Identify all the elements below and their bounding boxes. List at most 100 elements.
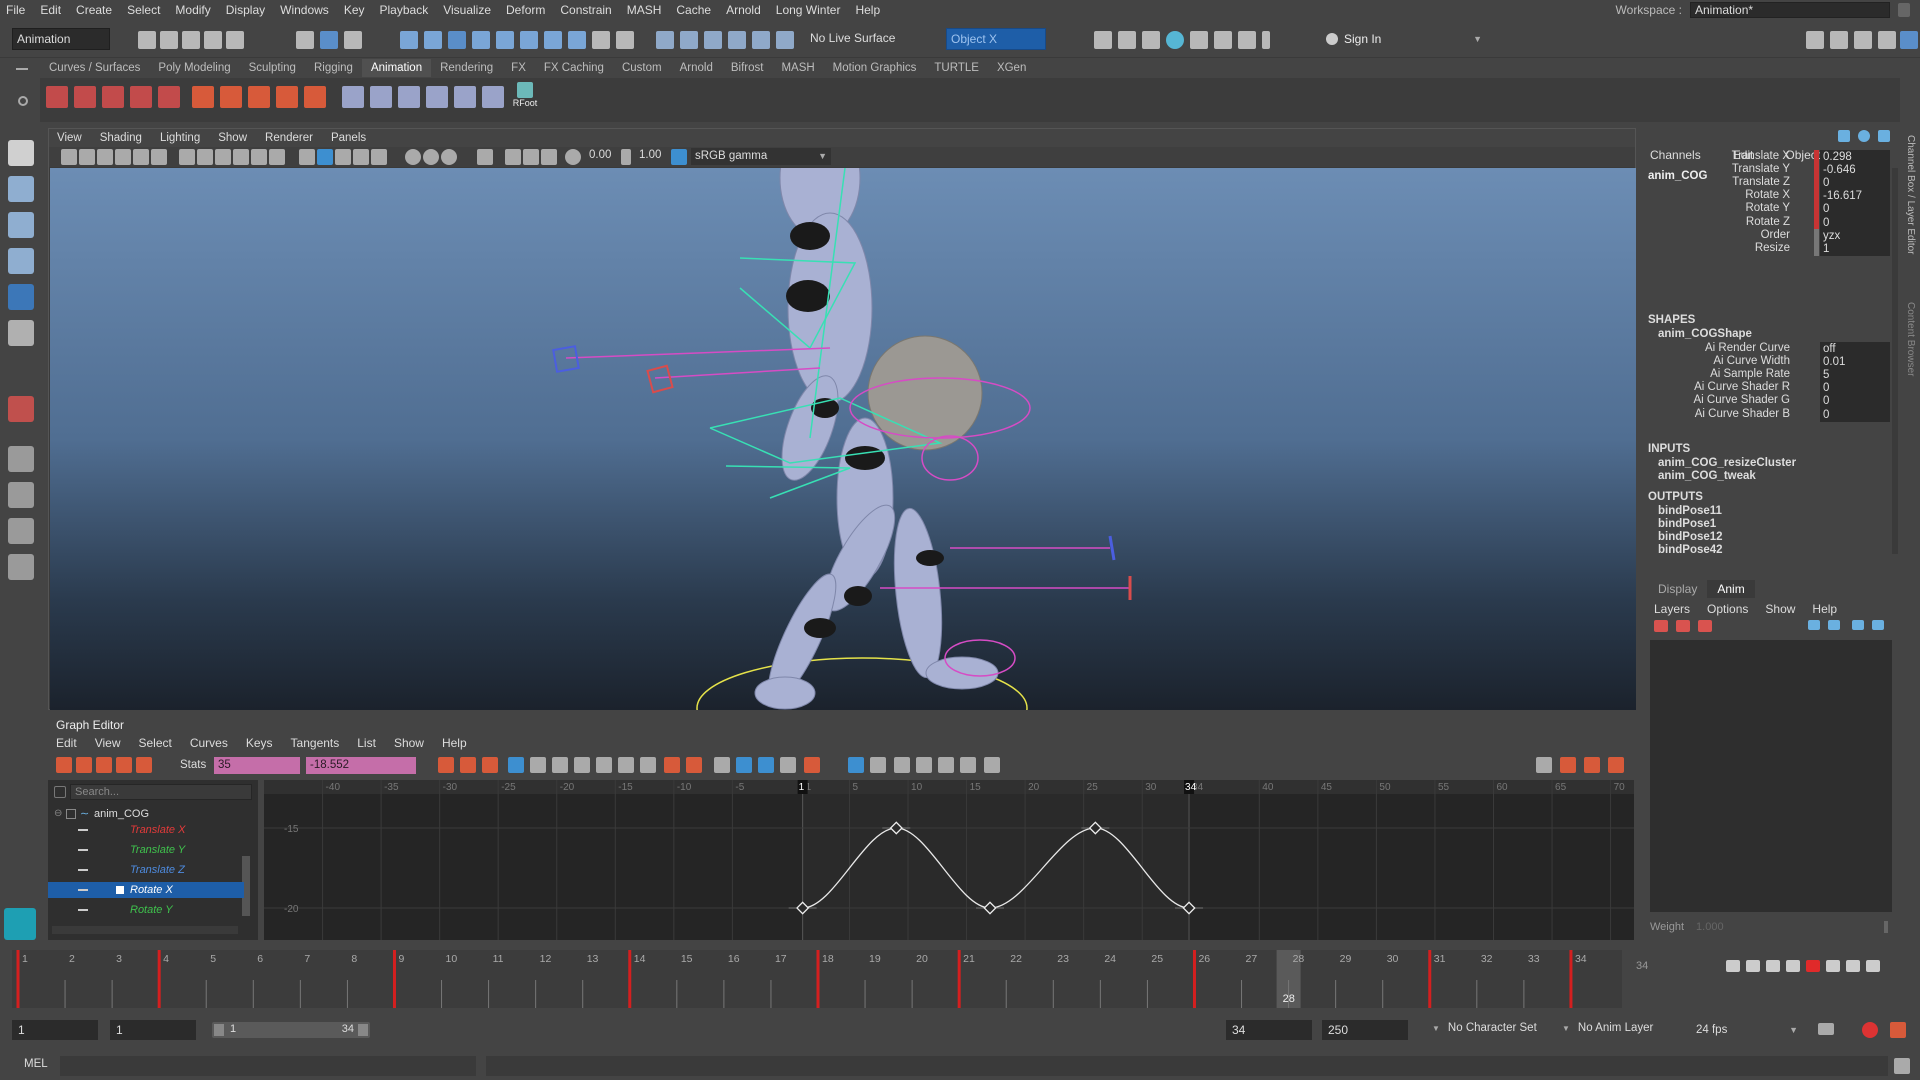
channel-value[interactable]: 0: [1820, 176, 1890, 191]
wireframe-on-shaded-icon[interactable]: [335, 149, 351, 165]
shelf-tab-bifrost[interactable]: Bifrost: [722, 59, 773, 77]
gate-mask-icon[interactable]: [233, 149, 249, 165]
arnold-render-icon[interactable]: [1214, 31, 1232, 49]
frame-playback-icon[interactable]: [482, 757, 498, 773]
shelf-tab-fx-caching[interactable]: FX Caching: [535, 59, 613, 77]
stop-icon[interactable]: [1806, 960, 1820, 972]
filter-icon[interactable]: [54, 786, 66, 798]
shelf-tab-poly-modeling[interactable]: Poly Modeling: [149, 59, 239, 77]
input-node[interactable]: anim_COG_resizeCluster: [1658, 457, 1796, 469]
key-tick[interactable]: [957, 950, 961, 1008]
channel-row-resize[interactable]: Resize 1: [1640, 241, 1890, 257]
select-tool-icon[interactable]: [8, 140, 34, 166]
shelf-tab-curves-surfaces[interactable]: Curves / Surfaces: [40, 59, 149, 77]
film-gate-icon[interactable]: [197, 149, 213, 165]
wireframe-icon[interactable]: [299, 149, 315, 165]
key-tick[interactable]: [392, 950, 396, 1008]
clamped-tangent-icon[interactable]: [552, 757, 568, 773]
outliner-layout-icon[interactable]: [8, 554, 34, 580]
shape-attr-value[interactable]: 0: [1820, 394, 1890, 409]
motion-blur-icon[interactable]: [441, 149, 457, 165]
menu-edit[interactable]: Edit: [40, 3, 61, 17]
shape-attr-value[interactable]: off: [1820, 342, 1890, 356]
breakdown-key-icon[interactable]: [158, 86, 180, 108]
ik-arm-control-right[interactable]: [646, 364, 674, 394]
shelf-tab-sculpting[interactable]: Sculpting: [240, 59, 305, 77]
snap-grid-icon[interactable]: [400, 31, 418, 49]
outliner-curve-row-translate-z[interactable]: Translate Z: [48, 862, 244, 878]
snap-view-icon[interactable]: [472, 31, 490, 49]
pre-infinity-icon[interactable]: [938, 757, 954, 773]
motion-path-icon[interactable]: [342, 86, 364, 108]
lights-icon[interactable]: [371, 149, 387, 165]
script-editor-icon[interactable]: [1894, 1058, 1910, 1074]
step-back-icon[interactable]: [1746, 960, 1760, 972]
soft-select-icon[interactable]: [704, 31, 722, 49]
time-slider-track[interactable]: 1 2 3 4 5 6 7 8 9 10 11 12 13 14 15 16 17 18 19 20 21 22 23 24 2…: [12, 950, 1622, 1008]
new-anim-layer-empty-icon[interactable]: [1654, 620, 1668, 632]
anim-layer-list[interactable]: [1650, 640, 1892, 912]
hypershade-icon[interactable]: [1190, 31, 1208, 49]
plateau-tangent-icon[interactable]: [640, 757, 656, 773]
viewport-menu-shading[interactable]: Shading: [100, 132, 142, 144]
input-node[interactable]: anim_COG_tweak: [1658, 470, 1756, 482]
ipr-render-icon[interactable]: [1142, 31, 1160, 49]
anim-layer-menu[interactable]: ▼ No Anim Layer: [1562, 1022, 1653, 1034]
output-node[interactable]: bindPose12: [1658, 531, 1723, 543]
character-controls-icon[interactable]: [1830, 31, 1848, 49]
unify-tangents-icon[interactable]: [736, 757, 752, 773]
isolate-select-icon[interactable]: [477, 149, 493, 165]
undo-icon[interactable]: [204, 31, 222, 49]
lasso-tool-icon[interactable]: [8, 176, 34, 202]
new-anim-layer-selected-icon[interactable]: [1676, 620, 1690, 632]
shelf-tab-turtle[interactable]: TURTLE: [925, 59, 988, 77]
shelf-tab-arnold[interactable]: Arnold: [671, 59, 722, 77]
buffer-curve-icon[interactable]: [664, 757, 680, 773]
start-time-field[interactable]: 1: [12, 1020, 98, 1040]
graph-menu-keys[interactable]: Keys: [246, 736, 273, 750]
shape-attr-row-ai-curve-shader-b[interactable]: Ai Curve Shader B 0: [1640, 407, 1890, 423]
modeling-toolkit-icon[interactable]: [1806, 31, 1824, 49]
frame-all-icon[interactable]: [438, 757, 454, 773]
exposure-value[interactable]: 0.00: [589, 149, 611, 161]
keyframe-point[interactable]: [889, 821, 903, 835]
shape-attr-value[interactable]: 5: [1820, 368, 1890, 383]
menu-key[interactable]: Key: [344, 3, 365, 17]
bookmark-icon[interactable]: [97, 149, 113, 165]
outliner-curve-row-rotate-y[interactable]: Rotate Y: [48, 902, 244, 918]
frame-selection-icon[interactable]: [460, 757, 476, 773]
key-tick[interactable]: [157, 950, 161, 1008]
attribute-editor-toggle-icon[interactable]: [1858, 130, 1870, 142]
anim-preferences-icon[interactable]: [1890, 1022, 1906, 1038]
graph-view[interactable]: -40 -35 -30 -25 -20 -15 -10 -5 1 5 10 15 20 25 30 34 40 4…: [264, 780, 1634, 940]
set-key-scale-icon[interactable]: [130, 86, 152, 108]
ghost-icon[interactable]: [370, 86, 392, 108]
graph-menu-list[interactable]: List: [357, 736, 376, 750]
menu-display[interactable]: Display: [226, 3, 265, 17]
shelf-tab-rigging[interactable]: Rigging: [305, 59, 362, 77]
graph-menu-view[interactable]: View: [95, 736, 121, 750]
key-tick[interactable]: [816, 950, 820, 1008]
step-back-key-icon[interactable]: [1766, 960, 1780, 972]
step-tangent-icon[interactable]: [618, 757, 634, 773]
graph-settings-icon[interactable]: [1608, 757, 1624, 773]
gamma-value[interactable]: 1.00: [639, 149, 661, 161]
menu-windows[interactable]: Windows: [280, 3, 329, 17]
menu-long-winter[interactable]: Long Winter: [776, 3, 841, 17]
channel-box-scrollbar[interactable]: [1892, 168, 1898, 554]
menu-modify[interactable]: Modify: [175, 3, 210, 17]
safe-action-icon[interactable]: [269, 149, 285, 165]
blend-icon[interactable]: [426, 86, 448, 108]
trax-editor-icon[interactable]: [1560, 757, 1576, 773]
new-anim-layer-override-icon[interactable]: [1698, 620, 1712, 632]
step-forward-icon[interactable]: [1846, 960, 1860, 972]
loop-icon[interactable]: [1818, 1023, 1834, 1035]
viewport-menu-view[interactable]: View: [57, 132, 82, 144]
character-set-menu[interactable]: ▼ No Character Set: [1432, 1022, 1537, 1034]
channel-value[interactable]: 1: [1820, 241, 1890, 256]
retime-tool-icon[interactable]: [136, 757, 152, 773]
shelf-tab-mash[interactable]: MASH: [772, 59, 823, 77]
four-view-layout-icon[interactable]: [8, 482, 34, 508]
help-line-icon[interactable]: [568, 31, 586, 49]
key-tick[interactable]: [16, 950, 20, 1008]
